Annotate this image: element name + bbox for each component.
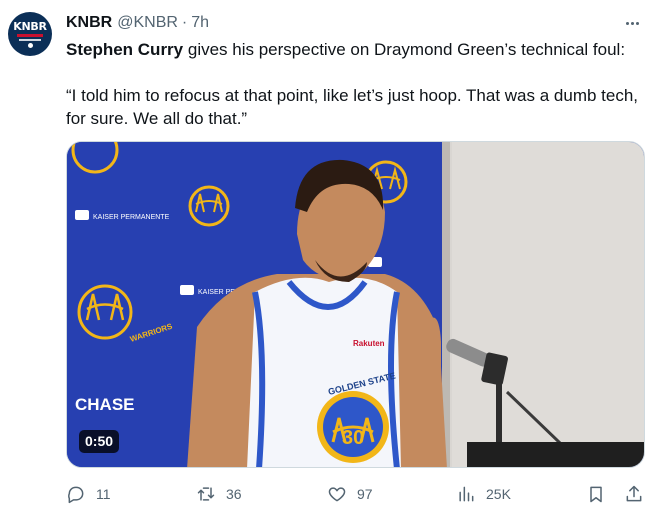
more-options-icon[interactable] bbox=[620, 14, 644, 32]
reply-button[interactable]: 11 bbox=[66, 480, 111, 508]
repost-icon bbox=[197, 487, 215, 501]
tweet-text: Stephen Curry gives his perspective on D… bbox=[66, 38, 641, 153]
jersey-patch: Rakuten bbox=[353, 339, 385, 348]
tweet-text-rest: gives his perspective on Draymond Green’… bbox=[183, 40, 626, 59]
share-button[interactable] bbox=[624, 480, 644, 508]
bookmark-icon bbox=[590, 486, 602, 503]
avatar-logo-bar bbox=[17, 33, 43, 37]
repost-button[interactable]: 36 bbox=[196, 480, 242, 508]
video-frame: KAISER PERMANENTE KAISER PERMANENTE CHAS… bbox=[67, 142, 644, 467]
heart-icon bbox=[328, 487, 346, 502]
author-handle[interactable]: @KNBR bbox=[117, 14, 178, 32]
jersey-number: 30 bbox=[342, 427, 364, 449]
tweet-header: KNBR @KNBR · 7h bbox=[66, 12, 209, 34]
chase-logo-text: CHASE bbox=[75, 395, 135, 414]
repost-count: 36 bbox=[226, 486, 242, 502]
bookmark-button[interactable] bbox=[586, 480, 606, 508]
analytics-icon bbox=[459, 486, 474, 502]
tweet-card[interactable]: KNBR KNBR @KNBR · 7h Stephen Curry gives… bbox=[0, 0, 660, 515]
avatar[interactable]: KNBR bbox=[8, 12, 52, 56]
avatar-logo-sub bbox=[19, 38, 41, 41]
avatar-logo-dot bbox=[27, 42, 33, 48]
more-dot bbox=[630, 21, 634, 25]
avatar-logo-text: KNBR bbox=[13, 19, 47, 33]
author-name[interactable]: KNBR bbox=[66, 14, 112, 32]
timestamp[interactable]: 7h bbox=[191, 14, 209, 32]
video-player[interactable]: KAISER PERMANENTE KAISER PERMANENTE CHAS… bbox=[66, 141, 645, 468]
tweet-quote: “I told him to refocus at that point, li… bbox=[66, 86, 639, 128]
sponsor-text-1: KAISER PERMANENTE bbox=[93, 214, 170, 221]
share-icon bbox=[626, 485, 642, 502]
reply-count: 11 bbox=[96, 486, 111, 502]
video-duration-badge: 0:50 bbox=[79, 430, 120, 453]
like-button[interactable]: 97 bbox=[327, 480, 373, 508]
more-dot bbox=[635, 21, 639, 25]
reply-icon bbox=[68, 486, 84, 504]
mention-name: Stephen Curry bbox=[66, 40, 184, 59]
tweet-line-1: Stephen Curry gives his perspective on D… bbox=[66, 38, 641, 61]
more-dot bbox=[625, 21, 629, 25]
views-count: 25K bbox=[486, 486, 511, 502]
tweet-actions: 11 36 97 25K bbox=[0, 480, 660, 508]
like-count: 97 bbox=[357, 486, 373, 502]
views-button[interactable]: 25K bbox=[456, 480, 511, 508]
header-separator: · bbox=[181, 14, 188, 31]
